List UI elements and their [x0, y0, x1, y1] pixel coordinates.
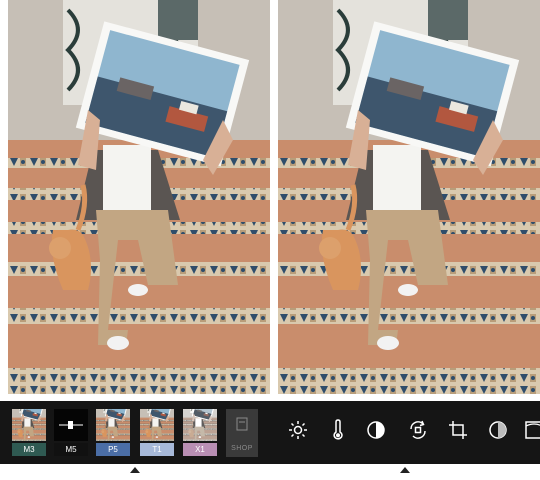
photo-preview [8, 0, 270, 394]
photo-preview [278, 0, 540, 394]
filter-m5[interactable]: M5 [54, 409, 88, 457]
filter-m3[interactable]: M3 [12, 409, 46, 457]
filter-thumbnail [183, 409, 217, 441]
frame-icon [525, 421, 540, 439]
thermometer-icon [333, 419, 343, 440]
fade-icon [489, 421, 507, 439]
selection-caret [400, 467, 410, 473]
brightness-tool[interactable] [286, 418, 310, 442]
frame-tool[interactable] [522, 418, 540, 442]
shop-label: SHOP [231, 445, 253, 452]
filter-thumbnail [96, 409, 130, 441]
fade-tool[interactable] [486, 418, 510, 442]
filter-label: M3 [12, 443, 46, 456]
filter-label: X1 [183, 443, 217, 456]
rotate-icon [410, 420, 426, 439]
filter-label: P5 [96, 443, 130, 456]
shop-icon [236, 417, 248, 431]
filter-t1[interactable]: T1 [140, 409, 174, 457]
temperature-tool[interactable] [326, 418, 350, 442]
shop-button[interactable]: SHOP [226, 409, 258, 457]
contrast-icon [367, 421, 385, 439]
filter-thumbnail [54, 409, 88, 441]
filter-label: T1 [140, 443, 174, 456]
filter-p5[interactable]: P5 [96, 409, 130, 457]
filter-x1[interactable]: X1 [183, 409, 217, 457]
contrast-tool[interactable] [364, 418, 388, 442]
crop-tool[interactable] [446, 418, 470, 442]
brightness-icon [289, 421, 307, 439]
selection-caret [130, 467, 140, 473]
filter-thumbnail [140, 409, 174, 441]
filter-label: M5 [54, 443, 88, 456]
right-panel [270, 0, 540, 480]
left-panel: M3 M5 P5 T1 X1 SHOP [0, 0, 270, 480]
slider-icon [59, 421, 83, 429]
filter-thumbnail [12, 409, 46, 441]
rotate-tool[interactable] [406, 418, 430, 442]
crop-icon [449, 421, 467, 439]
